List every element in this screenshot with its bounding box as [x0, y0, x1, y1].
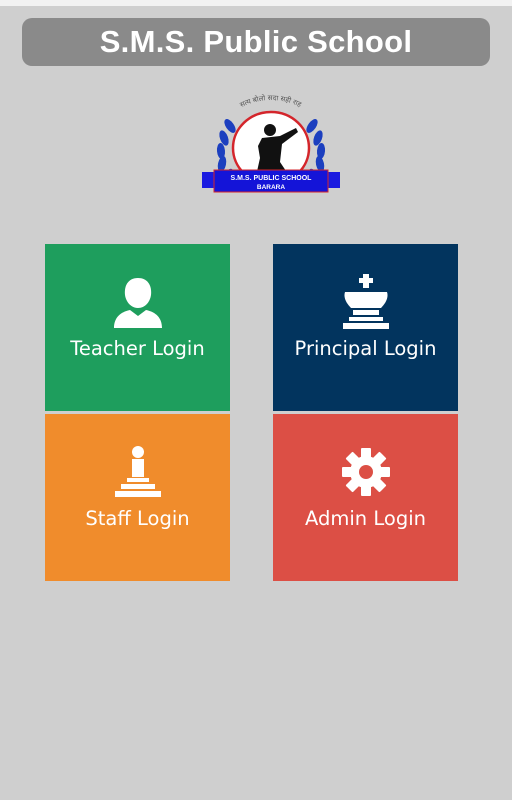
status-strip	[0, 0, 512, 6]
chess-king-icon	[273, 274, 458, 330]
school-logo: सत्य बोलो सदा सही राह S.M.S. PUBLIC SCHO…	[200, 92, 342, 200]
user-icon	[45, 274, 230, 330]
svg-text:सत्य बोलो सदा सही राह: सत्य बोलो सदा सही राह	[239, 93, 303, 109]
gear-icon	[273, 444, 458, 500]
staff-login-label: Staff Login	[85, 507, 190, 530]
svg-text:BARARA: BARARA	[257, 184, 285, 191]
staff-login-tile[interactable]: Staff Login	[45, 414, 230, 581]
app-title: S.M.S. Public School	[99, 24, 413, 59]
chess-pawn-icon	[45, 444, 230, 500]
svg-text:S.M.S. PUBLIC SCHOOL: S.M.S. PUBLIC SCHOOL	[231, 175, 313, 182]
admin-login-tile[interactable]: Admin Login	[273, 414, 458, 581]
principal-login-label: Principal Login	[294, 337, 437, 360]
principal-login-tile[interactable]: Principal Login	[273, 244, 458, 411]
teacher-login-tile[interactable]: Teacher Login	[45, 244, 230, 411]
admin-login-label: Admin Login	[305, 507, 426, 530]
teacher-login-label: Teacher Login	[70, 337, 205, 360]
title-bar: S.M.S. Public School	[22, 18, 490, 66]
